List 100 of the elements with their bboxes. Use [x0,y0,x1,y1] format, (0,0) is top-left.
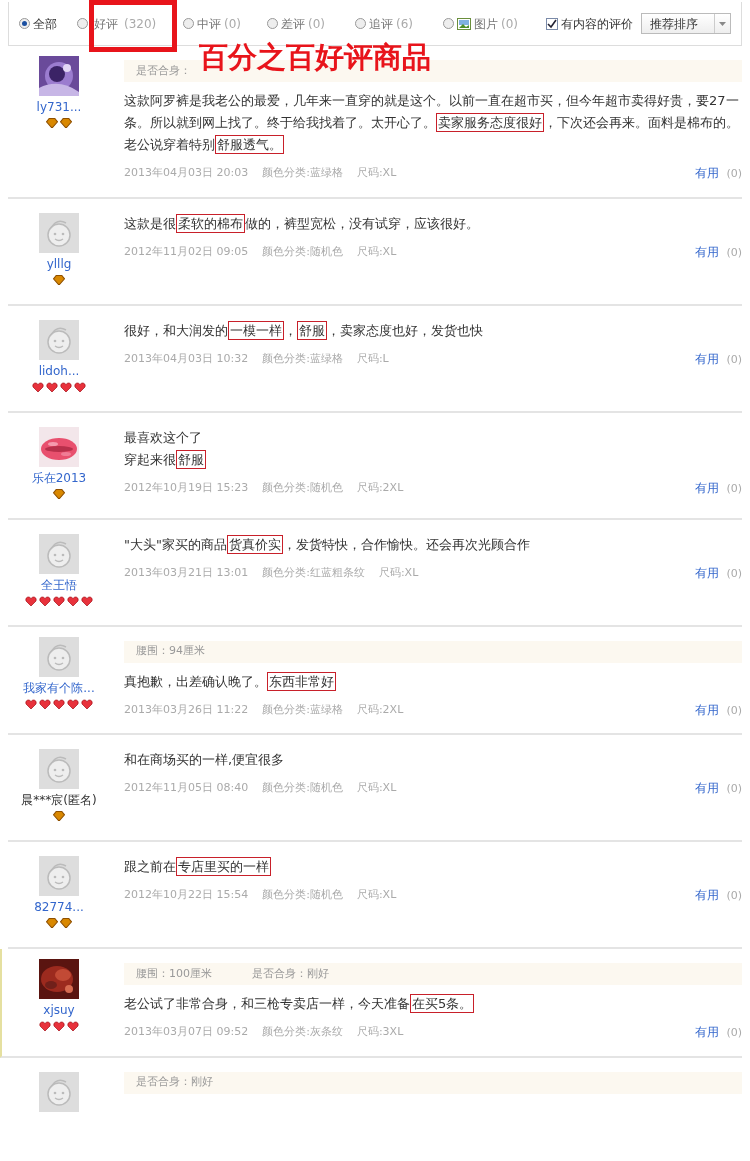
user-name[interactable]: 82774... [34,898,84,916]
sort-dropdown[interactable]: 推荐排序 [641,13,731,34]
filter-option[interactable]: 追评 (6) [355,14,443,33]
useful-link[interactable]: 有用 [694,244,719,259]
useful-link[interactable]: 有用 [694,1025,719,1039]
review-text: 真抱歉，出差确认晚了。东西非常好 [124,670,337,693]
size-option: 尺码:XL [378,564,419,581]
user-name[interactable]: ylllg [46,254,72,273]
review-text: 这款阿罗裤是我老公的最爱，几年来一直穿的就是这个。以前一直在超市买，但今年超市卖得好贵，要27一条。所以就到网上找了。终于给我找着了。太开心了。卖家服务态度很好，下次还会再来。面料是棉布的。老公说穿着特别 舒服透气。 [124,92,740,156]
checkmark-icon [547,18,557,29]
filter-option[interactable]: 图片 (0) [443,14,533,33]
useful-count: (0) [725,566,742,580]
filter-option[interactable]: 全部 [19,14,77,33]
attribute-text: 是否合身：刚好 [136,1074,213,1091]
useful-count: (0) [725,1026,742,1039]
review-text: 老公试了非常合身，和三枪专卖店一样，今天准备 在买5条。 [124,993,476,1015]
review-text: 很好，和大润发的 一模一样，舒服，卖家态度也好，发货也快 [124,319,484,342]
attribute-text: 是否合身： [136,62,191,79]
diamond-icon [53,488,65,499]
color-option: 颜色分类:灰条纹 [262,1024,343,1041]
heart-icon [53,1021,65,1031]
review-text: "大头"家买的商品 货真价实，发货特快，合作愉快。还会再次光顾合作 [124,533,531,556]
heart-icon [74,381,86,392]
heart-icon [25,595,37,606]
useful-link[interactable]: 有用 [694,480,719,495]
review-date: 2013年04月03日 10:32 [124,350,249,367]
heart-icon [53,595,65,606]
radio-button[interactable] [355,18,366,29]
heart-icon [39,698,51,709]
useful-count: (0) [725,889,742,902]
heart-icon [81,595,93,606]
useful-count: (0) [725,245,742,259]
filter-option[interactable]: 好评 (320) [77,14,183,33]
review-date: 2012年11月02日 09:05 [124,243,249,260]
useful-link[interactable]: 有用 [694,781,719,795]
diamond-icon [60,918,72,928]
review-date: 2012年10月19日 15:23 [124,479,249,496]
useful-count: (0) [725,782,742,795]
useful-link[interactable]: 有用 [694,351,719,366]
diamond-icon [60,118,72,128]
size-option: 尺码:2XL [356,701,404,718]
attribute-text: 腰围：100厘米 [136,965,212,982]
annotation-text: 百分之百好评商品 [199,40,431,75]
filter-option[interactable]: 差评 (0) [267,14,355,33]
review-text: 和在商场买的一样,便宜很多 [124,751,286,769]
radio-button[interactable] [183,18,194,29]
useful-link[interactable]: 有用 [694,166,719,180]
color-option: 颜色分类:蓝绿格 [262,165,343,182]
size-option: 尺码:XL [356,887,397,904]
radio-button[interactable] [19,18,30,29]
review-date: 2012年11月05日 08:40 [124,780,249,796]
useful-link[interactable]: 有用 [694,565,719,580]
review-date: 2013年03月26日 11:22 [124,701,249,718]
avatar-icon [39,749,79,789]
color-option: 颜色分类:蓝绿格 [262,701,343,718]
user-name[interactable]: 全王悟 [41,575,77,594]
useful-count: (0) [725,703,742,717]
color-option: 颜色分类:随机色 [262,887,343,904]
caret-icon [719,21,726,26]
color-option: 颜色分类:红蓝粗条纹 [262,564,365,581]
user-name[interactable]: xjsuy [43,1001,75,1019]
color-option: 颜色分类:随机色 [262,479,343,496]
diamond-icon [53,274,65,285]
size-option: 尺码:3XL [356,1024,404,1041]
size-option: 尺码:L [356,350,389,367]
avatar-icon [39,1071,79,1112]
content-only-checkbox[interactable]: 有内容的评价 [546,14,633,33]
attribute-text: 腰围：94厘米 [136,643,205,660]
radio-button[interactable] [443,18,454,29]
heart-icon [39,595,51,606]
attribute-text: 是否合身：刚好 [252,965,329,982]
review-date: 2013年03月07日 09:52 [124,1024,249,1040]
user-name[interactable]: lidoh... [38,361,80,380]
size-option: 尺码:2XL [356,479,404,496]
user-name[interactable]: ly731... [36,98,82,116]
diamond-icon [46,118,58,128]
heart-icon [81,698,93,709]
avatar-icon [39,319,79,360]
radio-button[interactable] [267,18,278,29]
heart-icon [67,698,79,709]
radio-button[interactable] [77,18,88,29]
color-option: 颜色分类:随机色 [262,780,343,797]
color-option: 颜色分类:蓝绿格 [262,350,343,367]
avatar-icon [39,212,79,253]
filter-option[interactable]: 中评 (0) [183,14,267,33]
diamond-icon [53,811,65,821]
heart-icon [53,698,65,709]
user-name[interactable]: 我家有个陈... [23,678,95,697]
review-text: 最喜欢这个了 穿起来很舒服 [124,428,207,471]
useful-count: (0) [725,352,742,366]
avatar-icon [39,856,79,896]
useful-link[interactable]: 有用 [694,702,719,717]
useful-link[interactable]: 有用 [694,888,719,902]
review-date: 2013年04月03日 20:03 [124,165,249,181]
user-name[interactable]: 乐在2013 [31,468,87,487]
review-text: 这款是很柔软的棉布做的，裤型宽松，没有试穿，应该很好。 [124,212,480,235]
user-name[interactable]: 晨***宸(匿名) [21,791,97,809]
review-date: 2013年03月21日 13:01 [124,564,249,581]
heart-icon [39,1021,51,1031]
heart-icon [60,381,72,392]
